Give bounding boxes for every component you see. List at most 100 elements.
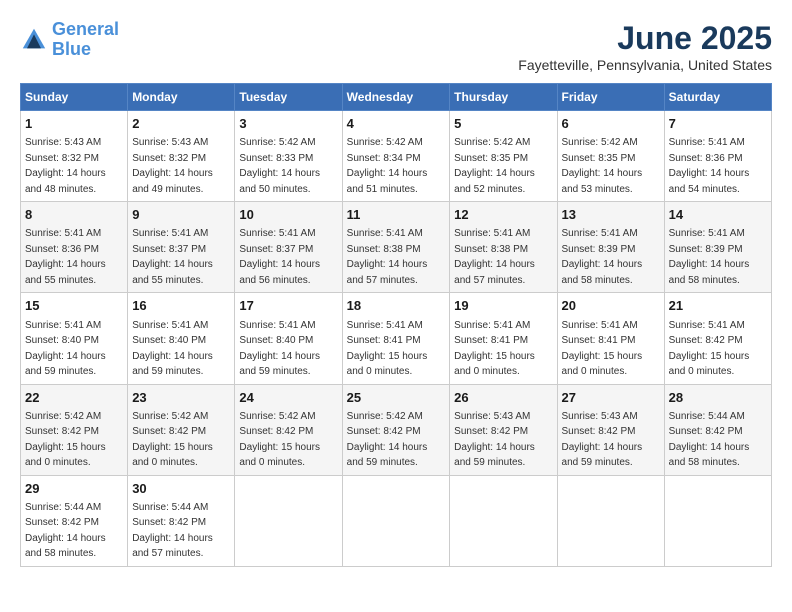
day-number: 5 — [454, 115, 552, 133]
calendar-cell: 26 Sunrise: 5:43 AMSunset: 8:42 PMDaylig… — [450, 384, 557, 475]
calendar-table: SundayMondayTuesdayWednesdayThursdayFrid… — [20, 83, 772, 567]
day-info: Sunrise: 5:41 AMSunset: 8:40 PMDaylight:… — [132, 320, 213, 378]
week-row-2: 8 Sunrise: 5:41 AMSunset: 8:36 PMDayligh… — [21, 202, 772, 293]
weekday-header-wednesday: Wednesday — [342, 84, 450, 111]
day-number: 24 — [239, 389, 337, 407]
day-info: Sunrise: 5:41 AMSunset: 8:38 PMDaylight:… — [347, 228, 428, 286]
day-info: Sunrise: 5:41 AMSunset: 8:42 PMDaylight:… — [669, 320, 750, 378]
calendar-cell: 30 Sunrise: 5:44 AMSunset: 8:42 PMDaylig… — [128, 475, 235, 566]
calendar-cell — [450, 475, 557, 566]
calendar-cell: 10 Sunrise: 5:41 AMSunset: 8:37 PMDaylig… — [235, 202, 342, 293]
day-number: 21 — [669, 297, 767, 315]
calendar-cell: 12 Sunrise: 5:41 AMSunset: 8:38 PMDaylig… — [450, 202, 557, 293]
day-info: Sunrise: 5:43 AMSunset: 8:42 PMDaylight:… — [454, 411, 535, 469]
day-info: Sunrise: 5:44 AMSunset: 8:42 PMDaylight:… — [25, 502, 106, 560]
day-number: 7 — [669, 115, 767, 133]
weekday-header-friday: Friday — [557, 84, 664, 111]
calendar-cell: 22 Sunrise: 5:42 AMSunset: 8:42 PMDaylig… — [21, 384, 128, 475]
day-info: Sunrise: 5:41 AMSunset: 8:41 PMDaylight:… — [454, 320, 535, 378]
weekday-header-thursday: Thursday — [450, 84, 557, 111]
day-number: 28 — [669, 389, 767, 407]
calendar-cell — [557, 475, 664, 566]
calendar-cell: 23 Sunrise: 5:42 AMSunset: 8:42 PMDaylig… — [128, 384, 235, 475]
day-info: Sunrise: 5:41 AMSunset: 8:36 PMDaylight:… — [669, 137, 750, 195]
calendar-cell: 3 Sunrise: 5:42 AMSunset: 8:33 PMDayligh… — [235, 111, 342, 202]
title-area: June 2025 Fayetteville, Pennsylvania, Un… — [518, 20, 772, 73]
calendar-cell — [664, 475, 771, 566]
calendar-cell: 20 Sunrise: 5:41 AMSunset: 8:41 PMDaylig… — [557, 293, 664, 384]
calendar-cell: 29 Sunrise: 5:44 AMSunset: 8:42 PMDaylig… — [21, 475, 128, 566]
day-info: Sunrise: 5:41 AMSunset: 8:37 PMDaylight:… — [239, 228, 320, 286]
day-number: 22 — [25, 389, 123, 407]
week-row-5: 29 Sunrise: 5:44 AMSunset: 8:42 PMDaylig… — [21, 475, 772, 566]
calendar-cell: 6 Sunrise: 5:42 AMSunset: 8:35 PMDayligh… — [557, 111, 664, 202]
day-number: 13 — [562, 206, 660, 224]
weekday-header-tuesday: Tuesday — [235, 84, 342, 111]
day-number: 19 — [454, 297, 552, 315]
logo-text: General Blue — [52, 20, 119, 60]
day-number: 14 — [669, 206, 767, 224]
day-number: 18 — [347, 297, 446, 315]
day-number: 6 — [562, 115, 660, 133]
day-info: Sunrise: 5:42 AMSunset: 8:34 PMDaylight:… — [347, 137, 428, 195]
calendar-cell: 28 Sunrise: 5:44 AMSunset: 8:42 PMDaylig… — [664, 384, 771, 475]
calendar-cell: 15 Sunrise: 5:41 AMSunset: 8:40 PMDaylig… — [21, 293, 128, 384]
logo-icon — [20, 26, 48, 54]
day-info: Sunrise: 5:44 AMSunset: 8:42 PMDaylight:… — [669, 411, 750, 469]
day-info: Sunrise: 5:41 AMSunset: 8:39 PMDaylight:… — [562, 228, 643, 286]
day-number: 17 — [239, 297, 337, 315]
day-number: 23 — [132, 389, 230, 407]
day-number: 8 — [25, 206, 123, 224]
calendar-cell: 7 Sunrise: 5:41 AMSunset: 8:36 PMDayligh… — [664, 111, 771, 202]
calendar-cell: 17 Sunrise: 5:41 AMSunset: 8:40 PMDaylig… — [235, 293, 342, 384]
header: General Blue June 2025 Fayetteville, Pen… — [20, 20, 772, 73]
calendar-cell: 9 Sunrise: 5:41 AMSunset: 8:37 PMDayligh… — [128, 202, 235, 293]
calendar-cell — [235, 475, 342, 566]
calendar-cell: 27 Sunrise: 5:43 AMSunset: 8:42 PMDaylig… — [557, 384, 664, 475]
weekday-header-sunday: Sunday — [21, 84, 128, 111]
day-info: Sunrise: 5:42 AMSunset: 8:42 PMDaylight:… — [25, 411, 106, 469]
location-title: Fayetteville, Pennsylvania, United State… — [518, 57, 772, 73]
logo: General Blue — [20, 20, 119, 60]
day-number: 2 — [132, 115, 230, 133]
calendar-cell: 21 Sunrise: 5:41 AMSunset: 8:42 PMDaylig… — [664, 293, 771, 384]
day-info: Sunrise: 5:44 AMSunset: 8:42 PMDaylight:… — [132, 502, 213, 560]
day-number: 29 — [25, 480, 123, 498]
calendar-cell: 14 Sunrise: 5:41 AMSunset: 8:39 PMDaylig… — [664, 202, 771, 293]
day-info: Sunrise: 5:42 AMSunset: 8:35 PMDaylight:… — [454, 137, 535, 195]
calendar-cell: 25 Sunrise: 5:42 AMSunset: 8:42 PMDaylig… — [342, 384, 450, 475]
weekday-header-row: SundayMondayTuesdayWednesdayThursdayFrid… — [21, 84, 772, 111]
week-row-4: 22 Sunrise: 5:42 AMSunset: 8:42 PMDaylig… — [21, 384, 772, 475]
weekday-header-saturday: Saturday — [664, 84, 771, 111]
month-title: June 2025 — [518, 20, 772, 57]
calendar-cell: 19 Sunrise: 5:41 AMSunset: 8:41 PMDaylig… — [450, 293, 557, 384]
calendar-cell: 2 Sunrise: 5:43 AMSunset: 8:32 PMDayligh… — [128, 111, 235, 202]
day-info: Sunrise: 5:41 AMSunset: 8:38 PMDaylight:… — [454, 228, 535, 286]
day-number: 30 — [132, 480, 230, 498]
day-info: Sunrise: 5:41 AMSunset: 8:40 PMDaylight:… — [239, 320, 320, 378]
weekday-header-monday: Monday — [128, 84, 235, 111]
day-info: Sunrise: 5:41 AMSunset: 8:37 PMDaylight:… — [132, 228, 213, 286]
calendar-cell: 13 Sunrise: 5:41 AMSunset: 8:39 PMDaylig… — [557, 202, 664, 293]
day-info: Sunrise: 5:42 AMSunset: 8:33 PMDaylight:… — [239, 137, 320, 195]
day-info: Sunrise: 5:43 AMSunset: 8:42 PMDaylight:… — [562, 411, 643, 469]
calendar-cell: 18 Sunrise: 5:41 AMSunset: 8:41 PMDaylig… — [342, 293, 450, 384]
day-number: 12 — [454, 206, 552, 224]
day-number: 20 — [562, 297, 660, 315]
day-info: Sunrise: 5:41 AMSunset: 8:41 PMDaylight:… — [347, 320, 428, 378]
day-number: 3 — [239, 115, 337, 133]
day-number: 15 — [25, 297, 123, 315]
calendar-cell: 4 Sunrise: 5:42 AMSunset: 8:34 PMDayligh… — [342, 111, 450, 202]
day-info: Sunrise: 5:42 AMSunset: 8:35 PMDaylight:… — [562, 137, 643, 195]
calendar-cell: 11 Sunrise: 5:41 AMSunset: 8:38 PMDaylig… — [342, 202, 450, 293]
calendar-cell — [342, 475, 450, 566]
day-number: 27 — [562, 389, 660, 407]
calendar-cell: 8 Sunrise: 5:41 AMSunset: 8:36 PMDayligh… — [21, 202, 128, 293]
day-info: Sunrise: 5:41 AMSunset: 8:40 PMDaylight:… — [25, 320, 106, 378]
week-row-3: 15 Sunrise: 5:41 AMSunset: 8:40 PMDaylig… — [21, 293, 772, 384]
day-info: Sunrise: 5:42 AMSunset: 8:42 PMDaylight:… — [239, 411, 320, 469]
day-number: 11 — [347, 206, 446, 224]
day-info: Sunrise: 5:43 AMSunset: 8:32 PMDaylight:… — [25, 137, 106, 195]
day-number: 1 — [25, 115, 123, 133]
calendar-cell: 1 Sunrise: 5:43 AMSunset: 8:32 PMDayligh… — [21, 111, 128, 202]
